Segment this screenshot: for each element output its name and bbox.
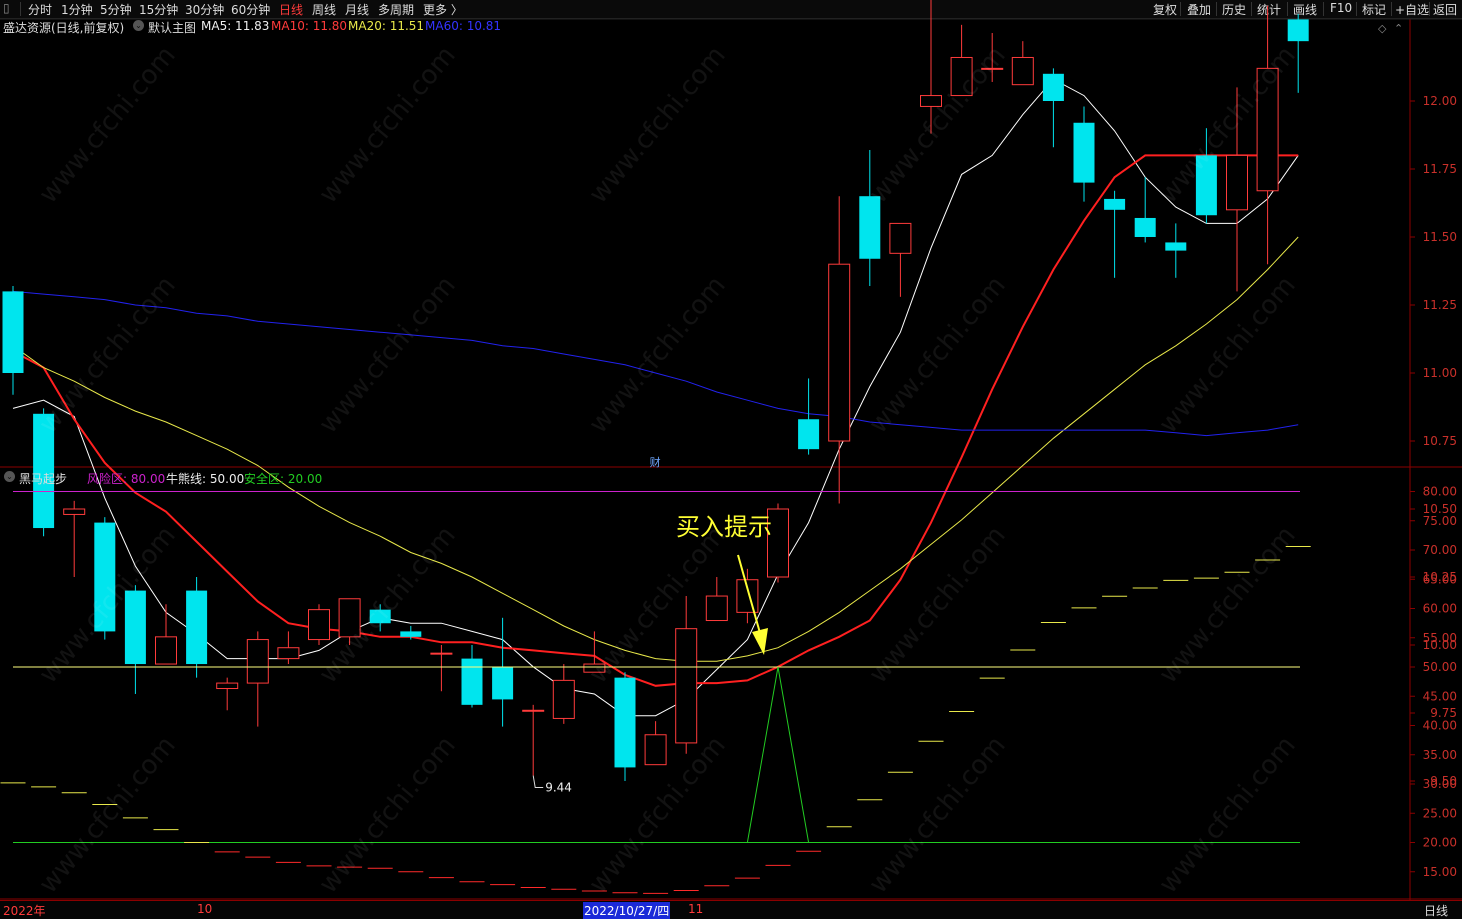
candle-body [828, 263, 851, 442]
ma5-value: MA5: 11.83 [201, 19, 270, 33]
diamond-icon: ◇ [1378, 22, 1387, 35]
candle-body [522, 709, 545, 712]
month-nov-label: 11 [688, 902, 704, 916]
ma60-value: MA60: 10.81 [425, 19, 502, 33]
candle-body [400, 631, 422, 637]
candle-body [1104, 198, 1126, 210]
indicator-tick-label: 25.00 [1423, 806, 1457, 820]
indicator-tick-label: 65.00 [1423, 572, 1457, 586]
low-label: 9.44 [545, 781, 572, 795]
candle-body [1287, 19, 1309, 42]
indicator-tick-label: 20.00 [1423, 836, 1457, 850]
year-label: 2022年 [3, 904, 46, 918]
candle-body [644, 734, 667, 766]
candle-body [859, 196, 881, 259]
price-tick-label: 12.00 [1423, 94, 1457, 108]
candle-body [1165, 242, 1187, 251]
price-tick-label: 11.75 [1423, 162, 1457, 176]
candle-body [798, 419, 820, 450]
candle-body [277, 647, 300, 660]
indicator-name[interactable]: 黑马起步 [19, 470, 67, 487]
indicator-tick-label: 40.00 [1423, 719, 1457, 733]
low-pointer [532, 775, 544, 789]
collapse-icon: ⌃ [1394, 22, 1403, 35]
finance-marker: 财 [650, 455, 661, 469]
candle-body [1134, 217, 1156, 237]
indicator-tick-label: 50.00 [1423, 660, 1457, 674]
candle-body [63, 508, 86, 515]
indicator-tick-label: 80.00 [1423, 485, 1457, 499]
candle-body [705, 595, 728, 622]
candle-body [246, 639, 269, 684]
indicator-tick-label: 70.00 [1423, 543, 1457, 557]
candle-body [1011, 56, 1034, 86]
candle-body [614, 677, 636, 768]
template-name[interactable]: 默认主图 [148, 19, 196, 36]
cursor-date-label: 2022/10/27/四 [583, 902, 671, 919]
candle-body [1226, 154, 1248, 211]
stock-title: 盛达资源(日线,前复权) [3, 21, 125, 35]
indicator-tick-label: 15.00 [1423, 865, 1457, 879]
candle-body [736, 579, 759, 613]
indicator-tick-label: 75.00 [1423, 514, 1457, 528]
price-tick-label: 11.25 [1423, 298, 1457, 312]
candle-body [1073, 122, 1095, 183]
candle-body [1042, 73, 1064, 101]
indicator-tick-label: 55.00 [1423, 631, 1457, 645]
price-tick-label: 10.75 [1423, 434, 1457, 448]
candle-body [155, 636, 177, 665]
price-tick-label: 11.50 [1423, 230, 1457, 244]
indicator-tick-label: 30.00 [1423, 777, 1457, 791]
bull-bear-line-value: 牛熊线: 50.00 [166, 472, 245, 486]
candle-body [2, 291, 24, 373]
candle-body [430, 652, 453, 655]
indicator-tick-label: 45.00 [1423, 689, 1457, 703]
candle-body [492, 666, 514, 700]
month-oct-label: 10 [197, 902, 213, 916]
candle-body [186, 590, 208, 665]
ma10-value: MA10: 11.80 [271, 19, 348, 33]
candle-body [552, 679, 575, 719]
period-label: 日线 [1424, 904, 1449, 918]
candle-body [675, 628, 698, 744]
candle-body [889, 222, 912, 254]
indicator-tick-label: 60.00 [1423, 602, 1457, 616]
safe-zone-value: 安全区: 20.00 [244, 472, 323, 486]
risk-zone-value: 风险区: 80.00 [87, 472, 166, 486]
candle-body [216, 682, 239, 690]
indicator-tick-label: 35.00 [1423, 748, 1457, 762]
candle-body [461, 658, 483, 705]
date-axis-bar: 2022年 10 2022/10/27/四 11 日线 [0, 900, 1462, 919]
ma20-value: MA20: 11.51 [348, 19, 425, 33]
candle-body [308, 609, 330, 641]
price-tick-label: 11.00 [1423, 366, 1457, 380]
